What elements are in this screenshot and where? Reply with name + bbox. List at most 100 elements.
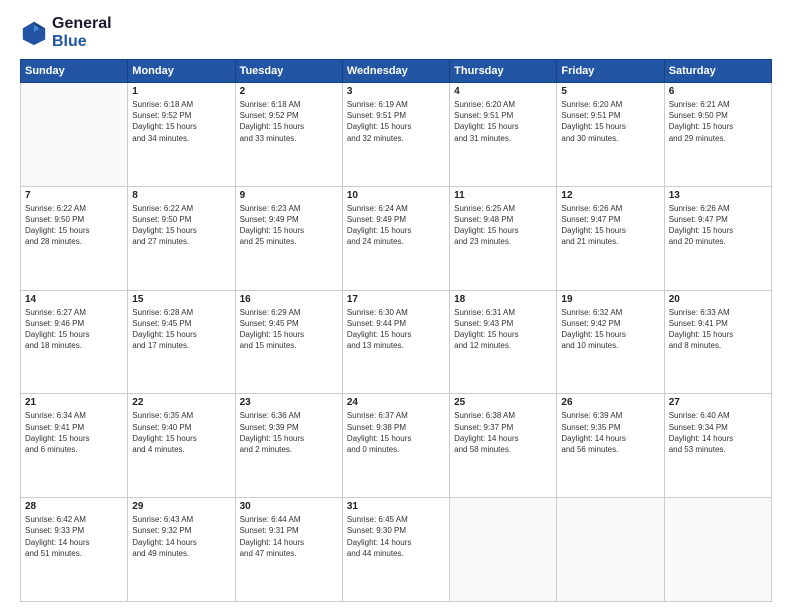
weekday-header-row: SundayMondayTuesdayWednesdayThursdayFrid…: [21, 60, 772, 83]
logo-text: General Blue: [52, 15, 112, 51]
calendar-cell: 8 Sunrise: 6:22 AM Sunset: 9:50 PM Daylig…: [128, 186, 235, 290]
day-info: Sunrise: 6:25 AM Sunset: 9:48 PM Dayligh…: [454, 203, 552, 248]
day-number: 22: [132, 397, 230, 408]
calendar-cell: [557, 498, 664, 602]
calendar-cell: 22 Sunrise: 6:35 AM Sunset: 9:40 PM Dayli…: [128, 394, 235, 498]
day-number: 8: [132, 190, 230, 201]
calendar-cell: [450, 498, 557, 602]
day-info: Sunrise: 6:18 AM Sunset: 9:52 PM Dayligh…: [240, 99, 338, 144]
day-info: Sunrise: 6:26 AM Sunset: 9:47 PM Dayligh…: [561, 203, 659, 248]
day-number: 16: [240, 294, 338, 305]
calendar-cell: 15 Sunrise: 6:28 AM Sunset: 9:45 PM Dayli…: [128, 290, 235, 394]
calendar-cell: 29 Sunrise: 6:43 AM Sunset: 9:32 PM Dayli…: [128, 498, 235, 602]
weekday-header-thursday: Thursday: [450, 60, 557, 83]
day-number: 6: [669, 86, 767, 97]
logo-icon: [20, 19, 48, 47]
header: General Blue: [20, 15, 772, 51]
day-number: 12: [561, 190, 659, 201]
day-number: 10: [347, 190, 445, 201]
day-info: Sunrise: 6:28 AM Sunset: 9:45 PM Dayligh…: [132, 307, 230, 352]
calendar-cell: 13 Sunrise: 6:26 AM Sunset: 9:47 PM Dayli…: [664, 186, 771, 290]
day-number: 23: [240, 397, 338, 408]
day-number: 17: [347, 294, 445, 305]
calendar-cell: 26 Sunrise: 6:39 AM Sunset: 9:35 PM Dayli…: [557, 394, 664, 498]
day-number: 5: [561, 86, 659, 97]
calendar-cell: 2 Sunrise: 6:18 AM Sunset: 9:52 PM Daylig…: [235, 83, 342, 187]
day-info: Sunrise: 6:31 AM Sunset: 9:43 PM Dayligh…: [454, 307, 552, 352]
day-number: 18: [454, 294, 552, 305]
calendar-cell: 4Sunrise: 6:20 AM Sunset: 9:51 PM Daylig…: [450, 83, 557, 187]
calendar-cell: 16 Sunrise: 6:29 AM Sunset: 9:45 PM Dayli…: [235, 290, 342, 394]
day-number: 29: [132, 501, 230, 512]
calendar-week-1: 1 Sunrise: 6:18 AM Sunset: 9:52 PM Daylig…: [21, 83, 772, 187]
day-number: 3: [347, 86, 445, 97]
day-number: 13: [669, 190, 767, 201]
day-number: 26: [561, 397, 659, 408]
day-info: Sunrise: 6:26 AM Sunset: 9:47 PM Dayligh…: [669, 203, 767, 248]
day-number: 7: [25, 190, 123, 201]
weekday-header-tuesday: Tuesday: [235, 60, 342, 83]
day-number: 31: [347, 501, 445, 512]
day-info: Sunrise: 6:23 AM Sunset: 9:49 PM Dayligh…: [240, 203, 338, 248]
calendar-cell: 17Sunrise: 6:30 AM Sunset: 9:44 PM Dayli…: [342, 290, 449, 394]
calendar-cell: 24 Sunrise: 6:37 AM Sunset: 9:38 PM Dayli…: [342, 394, 449, 498]
calendar-week-2: 7 Sunrise: 6:22 AM Sunset: 9:50 PM Daylig…: [21, 186, 772, 290]
day-info: Sunrise: 6:43 AM Sunset: 9:32 PM Dayligh…: [132, 514, 230, 559]
day-number: 2: [240, 86, 338, 97]
day-info: Sunrise: 6:44 AM Sunset: 9:31 PM Dayligh…: [240, 514, 338, 559]
day-number: 19: [561, 294, 659, 305]
calendar-cell: 21 Sunrise: 6:34 AM Sunset: 9:41 PM Dayli…: [21, 394, 128, 498]
calendar-cell: 18 Sunrise: 6:31 AM Sunset: 9:43 PM Dayli…: [450, 290, 557, 394]
day-number: 15: [132, 294, 230, 305]
calendar-cell: [21, 83, 128, 187]
calendar-cell: 31 Sunrise: 6:45 AM Sunset: 9:30 PM Dayli…: [342, 498, 449, 602]
calendar-cell: 28 Sunrise: 6:42 AM Sunset: 9:33 PM Dayli…: [21, 498, 128, 602]
weekday-header-saturday: Saturday: [664, 60, 771, 83]
day-info: Sunrise: 6:18 AM Sunset: 9:52 PM Dayligh…: [132, 99, 230, 144]
calendar-cell: 27 Sunrise: 6:40 AM Sunset: 9:34 PM Dayli…: [664, 394, 771, 498]
day-number: 27: [669, 397, 767, 408]
day-info: Sunrise: 6:21 AM Sunset: 9:50 PM Dayligh…: [669, 99, 767, 144]
day-info: Sunrise: 6:37 AM Sunset: 9:38 PM Dayligh…: [347, 410, 445, 455]
calendar-cell: 6 Sunrise: 6:21 AM Sunset: 9:50 PM Daylig…: [664, 83, 771, 187]
day-number: 14: [25, 294, 123, 305]
day-info: Sunrise: 6:24 AM Sunset: 9:49 PM Dayligh…: [347, 203, 445, 248]
day-info: Sunrise: 6:29 AM Sunset: 9:45 PM Dayligh…: [240, 307, 338, 352]
day-info: Sunrise: 6:42 AM Sunset: 9:33 PM Dayligh…: [25, 514, 123, 559]
weekday-header-sunday: Sunday: [21, 60, 128, 83]
day-info: Sunrise: 6:45 AM Sunset: 9:30 PM Dayligh…: [347, 514, 445, 559]
day-info: Sunrise: 6:34 AM Sunset: 9:41 PM Dayligh…: [25, 410, 123, 455]
day-info: Sunrise: 6:39 AM Sunset: 9:35 PM Dayligh…: [561, 410, 659, 455]
calendar-week-5: 28 Sunrise: 6:42 AM Sunset: 9:33 PM Dayli…: [21, 498, 772, 602]
day-info: Sunrise: 6:27 AM Sunset: 9:46 PM Dayligh…: [25, 307, 123, 352]
calendar-cell: [664, 498, 771, 602]
calendar-cell: 3Sunrise: 6:19 AM Sunset: 9:51 PM Daylig…: [342, 83, 449, 187]
calendar-cell: 14 Sunrise: 6:27 AM Sunset: 9:46 PM Dayli…: [21, 290, 128, 394]
day-info: Sunrise: 6:20 AM Sunset: 9:51 PM Dayligh…: [561, 99, 659, 144]
day-info: Sunrise: 6:35 AM Sunset: 9:40 PM Dayligh…: [132, 410, 230, 455]
day-info: Sunrise: 6:33 AM Sunset: 9:41 PM Dayligh…: [669, 307, 767, 352]
day-info: Sunrise: 6:40 AM Sunset: 9:34 PM Dayligh…: [669, 410, 767, 455]
weekday-header-friday: Friday: [557, 60, 664, 83]
day-number: 21: [25, 397, 123, 408]
day-number: 1: [132, 86, 230, 97]
calendar-cell: 10 Sunrise: 6:24 AM Sunset: 9:49 PM Dayli…: [342, 186, 449, 290]
calendar-cell: 23Sunrise: 6:36 AM Sunset: 9:39 PM Dayli…: [235, 394, 342, 498]
day-number: 30: [240, 501, 338, 512]
day-number: 24: [347, 397, 445, 408]
calendar-cell: 19Sunrise: 6:32 AM Sunset: 9:42 PM Dayli…: [557, 290, 664, 394]
calendar-cell: 9 Sunrise: 6:23 AM Sunset: 9:49 PM Daylig…: [235, 186, 342, 290]
calendar-cell: 12 Sunrise: 6:26 AM Sunset: 9:47 PM Dayli…: [557, 186, 664, 290]
day-number: 25: [454, 397, 552, 408]
weekday-header-monday: Monday: [128, 60, 235, 83]
day-info: Sunrise: 6:38 AM Sunset: 9:37 PM Dayligh…: [454, 410, 552, 455]
calendar-cell: 30 Sunrise: 6:44 AM Sunset: 9:31 PM Dayli…: [235, 498, 342, 602]
day-info: Sunrise: 6:22 AM Sunset: 9:50 PM Dayligh…: [132, 203, 230, 248]
calendar-cell: 11Sunrise: 6:25 AM Sunset: 9:48 PM Dayli…: [450, 186, 557, 290]
logo: General Blue: [20, 15, 112, 51]
day-number: 20: [669, 294, 767, 305]
day-number: 9: [240, 190, 338, 201]
page: General Blue SundayMondayTuesdayWednesda…: [0, 0, 792, 612]
day-number: 28: [25, 501, 123, 512]
calendar-cell: 5 Sunrise: 6:20 AM Sunset: 9:51 PM Daylig…: [557, 83, 664, 187]
